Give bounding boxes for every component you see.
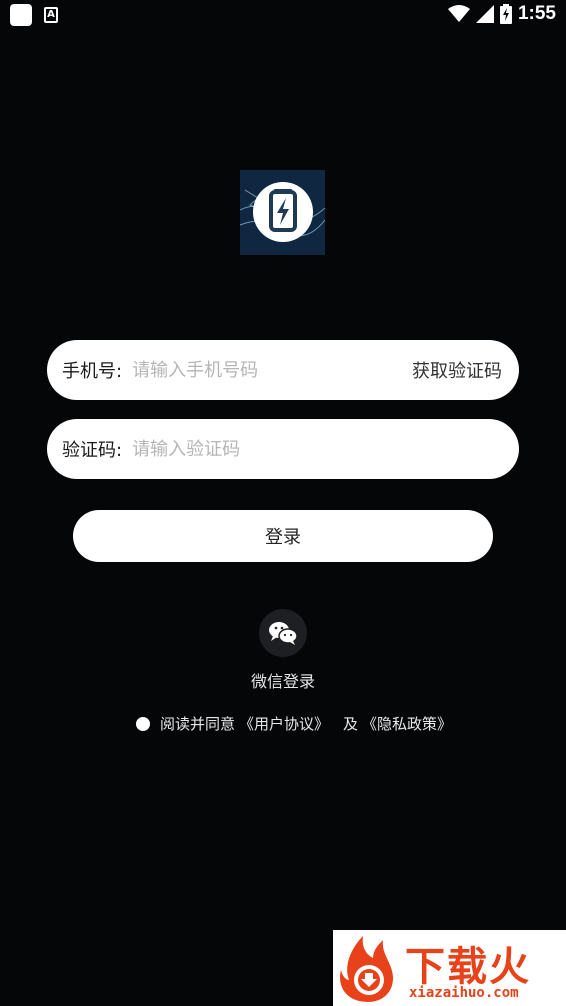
wechat-login-label[interactable]: 微信登录 [0, 668, 566, 692]
keyboard-notification-icon: A [44, 7, 58, 23]
code-input[interactable] [132, 438, 519, 460]
wechat-login-button[interactable] [259, 609, 307, 657]
signal-icon [475, 5, 494, 23]
user-agreement-link[interactable]: 《用户协议》 [239, 713, 329, 734]
watermark-brand: 下载火 [405, 944, 531, 990]
watermark: 下载火 xiazaihuo.com [333, 930, 566, 1006]
phone-input[interactable] [132, 359, 412, 381]
privacy-policy-link[interactable]: 《隐私政策》 [362, 713, 452, 734]
login-button[interactable]: 登录 [73, 510, 493, 562]
agreement-and: 及 [343, 715, 359, 733]
wifi-icon [447, 5, 470, 22]
clock: 1:55 [517, 3, 556, 24]
wechat-icon [269, 622, 298, 645]
app-notification-icon [10, 4, 32, 26]
watermark-url: xiazaihuo.com [409, 985, 519, 1001]
phone-field: 手机号: 获取验证码 [47, 340, 519, 400]
agreement-row: 阅读并同意 《用户协议》 及 《隐私政策》 [136, 713, 452, 734]
phone-label: 手机号: [62, 361, 123, 382]
status-bar: A 1:55 [0, 0, 566, 30]
battery-charging-icon [499, 4, 512, 24]
code-label: 验证码: [62, 440, 123, 461]
code-field: 验证码: [47, 419, 519, 479]
get-code-button[interactable]: 获取验证码 [412, 357, 502, 383]
app-logo [240, 170, 325, 255]
agree-radio[interactable] [136, 716, 150, 731]
status-right-icons: 1:55 [447, 3, 556, 25]
status-left-icons: A [10, 4, 58, 26]
agreement-prefix: 阅读并同意 [160, 715, 236, 733]
flame-logo-icon [340, 936, 393, 1002]
